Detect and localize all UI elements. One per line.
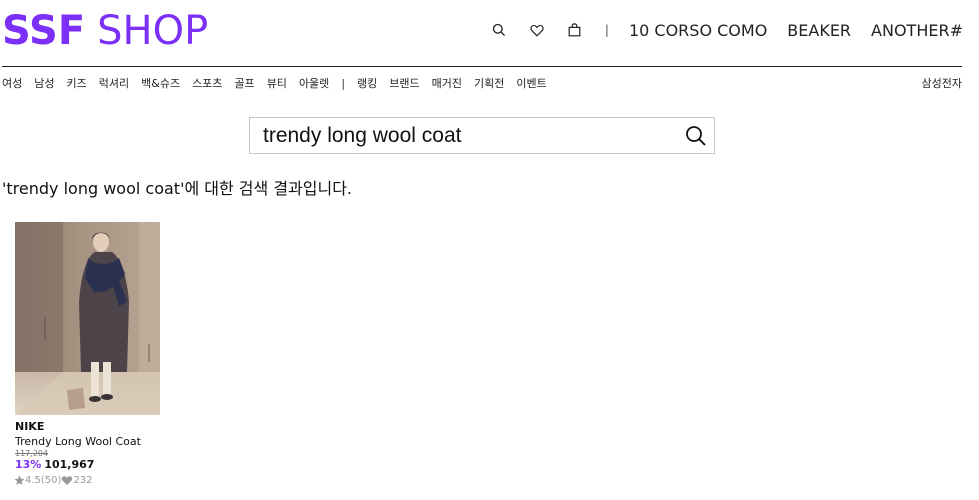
search-icon[interactable] — [491, 22, 507, 38]
product-title[interactable]: Trendy Long Wool Coat — [15, 435, 160, 448]
bag-icon[interactable] — [567, 22, 583, 38]
nav-item-men[interactable]: 남성 — [34, 75, 54, 91]
logo-thin-text: SHOP — [97, 8, 209, 54]
nav-separator: | — [341, 76, 346, 90]
heart-icon[interactable] — [529, 22, 545, 38]
header-divider — [2, 66, 962, 67]
brand-link-another[interactable]: ANOTHER# — [871, 21, 963, 40]
nav-item-exhibition[interactable]: 기획전 — [474, 75, 504, 91]
logo-bold-text: SSF — [2, 8, 86, 54]
nav-item-outlet[interactable]: 아울렛 — [299, 75, 329, 91]
search-bar — [249, 117, 715, 154]
nav-item-golf[interactable]: 골프 — [234, 75, 254, 91]
nav-item-kids[interactable]: 키즈 — [67, 75, 87, 91]
search-button[interactable] — [678, 118, 714, 154]
search-input[interactable] — [250, 118, 678, 153]
product-meta: 4.5(50) 232 — [14, 475, 160, 486]
star-icon — [14, 475, 25, 485]
brand-link-10-corso-como[interactable]: 10 CORSO COMO — [629, 21, 767, 40]
header-separator: | — [604, 23, 609, 37]
product-discount: 13% — [15, 458, 42, 471]
brand-link-beaker[interactable]: BEAKER — [787, 21, 851, 40]
site-logo[interactable]: SSF SHOP — [2, 8, 208, 54]
product-price: 101,967 — [44, 458, 95, 471]
nav-item-women[interactable]: 여성 — [2, 75, 22, 91]
nav-item-magazine[interactable]: 매거진 — [432, 75, 462, 91]
product-rating: 4.5(50) — [25, 475, 62, 486]
nav-item-beauty[interactable]: 뷰티 — [267, 75, 287, 91]
search-icon — [686, 125, 706, 146]
product-image[interactable] — [15, 222, 160, 415]
search-result-message: 'trendy long wool coat'에 대한 검색 결과입니다. — [2, 179, 353, 198]
product-likes: 232 — [73, 475, 93, 486]
product-card[interactable]: NIKE Trendy Long Wool Coat 117,204 13% 10… — [14, 222, 160, 486]
heart-icon[interactable] — [61, 475, 73, 486]
nav-item-event[interactable]: 이벤트 — [516, 75, 546, 91]
header-utilities: | 10 CORSO COMO BEAKER ANOTHER# — [491, 18, 963, 42]
nav-item-brand[interactable]: 브랜드 — [389, 75, 419, 91]
nav-item-ranking[interactable]: 랭킹 — [357, 75, 377, 91]
product-price-row: 13% 101,967 — [15, 458, 160, 471]
product-original-price: 117,204 — [15, 449, 49, 458]
nav-item-sports[interactable]: 스포츠 — [192, 75, 222, 91]
nav-item-luxury[interactable]: 럭셔리 — [99, 75, 129, 91]
nav-item-samsung[interactable]: 삼성전자 — [922, 74, 962, 92]
category-nav: 여성 남성 키즈 럭셔리 백&슈즈 스포츠 골프 뷰티 아울렛 | 랭킹 브랜드… — [2, 74, 559, 92]
product-brand: NIKE — [15, 420, 45, 433]
nav-item-bags-shoes[interactable]: 백&슈즈 — [141, 75, 180, 91]
